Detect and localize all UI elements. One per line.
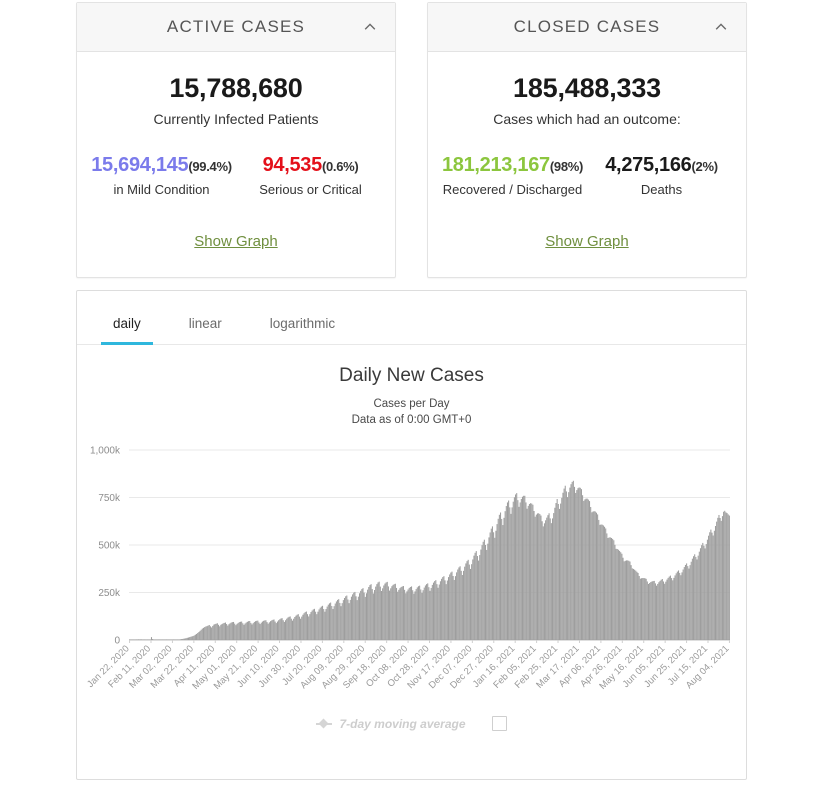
active-serious-label: Serious or Critical — [236, 182, 385, 197]
panel-active-cases-body: 15,788,680 Currently Infected Patients 1… — [77, 52, 395, 277]
svg-text:1,000k: 1,000k — [90, 446, 121, 457]
svg-text:500k: 500k — [98, 541, 121, 552]
closed-deaths-label: Deaths — [587, 182, 736, 197]
active-split: 15,694,145(99.4%) in Mild Condition 94,5… — [87, 154, 385, 197]
closed-total-value: 185,488,333 — [438, 74, 736, 104]
panel-active-cases: ACTIVE CASES 15,788,680 Currently Infect… — [76, 2, 396, 278]
svg-text:750k: 750k — [98, 493, 121, 504]
active-show-graph-wrap: Show Graph — [87, 233, 385, 251]
tab-linear[interactable]: linear — [177, 316, 234, 345]
closed-recovered-col: 181,213,167(98%) Recovered / Discharged — [438, 154, 587, 197]
closed-recovered-value-row: 181,213,167(98%) — [438, 154, 587, 177]
daily-new-cases-bar-chart[interactable]: 0250k500k750k1,000kJan 22, 2020Feb 11, 2… — [77, 442, 746, 732]
active-serious-col: 94,535(0.6%) Serious or Critical — [236, 154, 385, 197]
panel-active-cases-title: ACTIVE CASES — [167, 17, 305, 37]
chevron-up-icon[interactable] — [712, 18, 730, 36]
closed-recovered-label: Recovered / Discharged — [438, 182, 587, 197]
stats-panels: ACTIVE CASES 15,788,680 Currently Infect… — [76, 2, 747, 278]
closed-deaths-value: 4,275,166 — [605, 154, 691, 176]
closed-deaths-col: 4,275,166(2%) Deaths — [587, 154, 736, 197]
page-root: ACTIVE CASES 15,788,680 Currently Infect… — [0, 0, 823, 789]
chart-legend: 7-day moving average — [77, 716, 746, 731]
closed-split: 181,213,167(98%) Recovered / Discharged … — [438, 154, 736, 197]
active-mild-value: 15,694,145 — [91, 154, 188, 176]
svg-text:0: 0 — [114, 636, 120, 647]
chart-subtitle-line1: Cases per Day — [77, 397, 746, 413]
chart-plot-area: 0250k500k750k1,000kJan 22, 2020Feb 11, 2… — [77, 442, 746, 742]
chevron-up-icon[interactable] — [361, 18, 379, 36]
chart-title: Daily New Cases — [77, 365, 746, 387]
legend-checkbox-moving-average[interactable] — [492, 716, 507, 731]
closed-show-graph-link[interactable]: Show Graph — [545, 233, 628, 250]
active-serious-value-row: 94,535(0.6%) — [236, 154, 385, 177]
chart-tabs: daily linear logarithmic — [77, 291, 746, 345]
closed-recovered-value: 181,213,167 — [442, 154, 550, 176]
closed-show-graph-wrap: Show Graph — [438, 233, 736, 251]
closed-total-caption: Cases which had an outcome: — [438, 111, 736, 127]
panel-closed-cases-header[interactable]: CLOSED CASES — [428, 3, 746, 52]
legend-label-moving-average: 7-day moving average — [339, 717, 465, 731]
diamond-line-marker-icon — [316, 719, 332, 729]
active-total-value: 15,788,680 — [87, 74, 385, 104]
active-mild-value-row: 15,694,145(99.4%) — [87, 154, 236, 177]
panel-closed-cases-body: 185,488,333 Cases which had an outcome: … — [428, 52, 746, 277]
svg-text:250k: 250k — [98, 588, 121, 599]
active-show-graph-link[interactable]: Show Graph — [194, 233, 277, 250]
active-mild-col: 15,694,145(99.4%) in Mild Condition — [87, 154, 236, 197]
chart-card: daily linear logarithmic Daily New Cases… — [76, 290, 747, 780]
tab-logarithmic[interactable]: logarithmic — [258, 316, 347, 345]
chart-subtitle: Cases per Day Data as of 0:00 GMT+0 — [77, 397, 746, 428]
panel-closed-cases-title: CLOSED CASES — [514, 17, 661, 37]
closed-deaths-value-row: 4,275,166(2%) — [587, 154, 736, 177]
active-mild-pct: (99.4%) — [188, 159, 231, 174]
panel-active-cases-header[interactable]: ACTIVE CASES — [77, 3, 395, 52]
panel-closed-cases: CLOSED CASES 185,488,333 Cases which had… — [427, 2, 747, 278]
active-serious-value: 94,535 — [263, 154, 322, 176]
chart-subtitle-line2: Data as of 0:00 GMT+0 — [77, 413, 746, 429]
closed-deaths-pct: (2%) — [692, 159, 718, 174]
closed-recovered-pct: (98%) — [550, 159, 583, 174]
active-mild-label: in Mild Condition — [87, 182, 236, 197]
tab-daily[interactable]: daily — [101, 316, 153, 345]
active-serious-pct: (0.6%) — [322, 159, 359, 174]
active-total-caption: Currently Infected Patients — [87, 111, 385, 127]
legend-item-moving-average[interactable]: 7-day moving average — [316, 717, 465, 731]
